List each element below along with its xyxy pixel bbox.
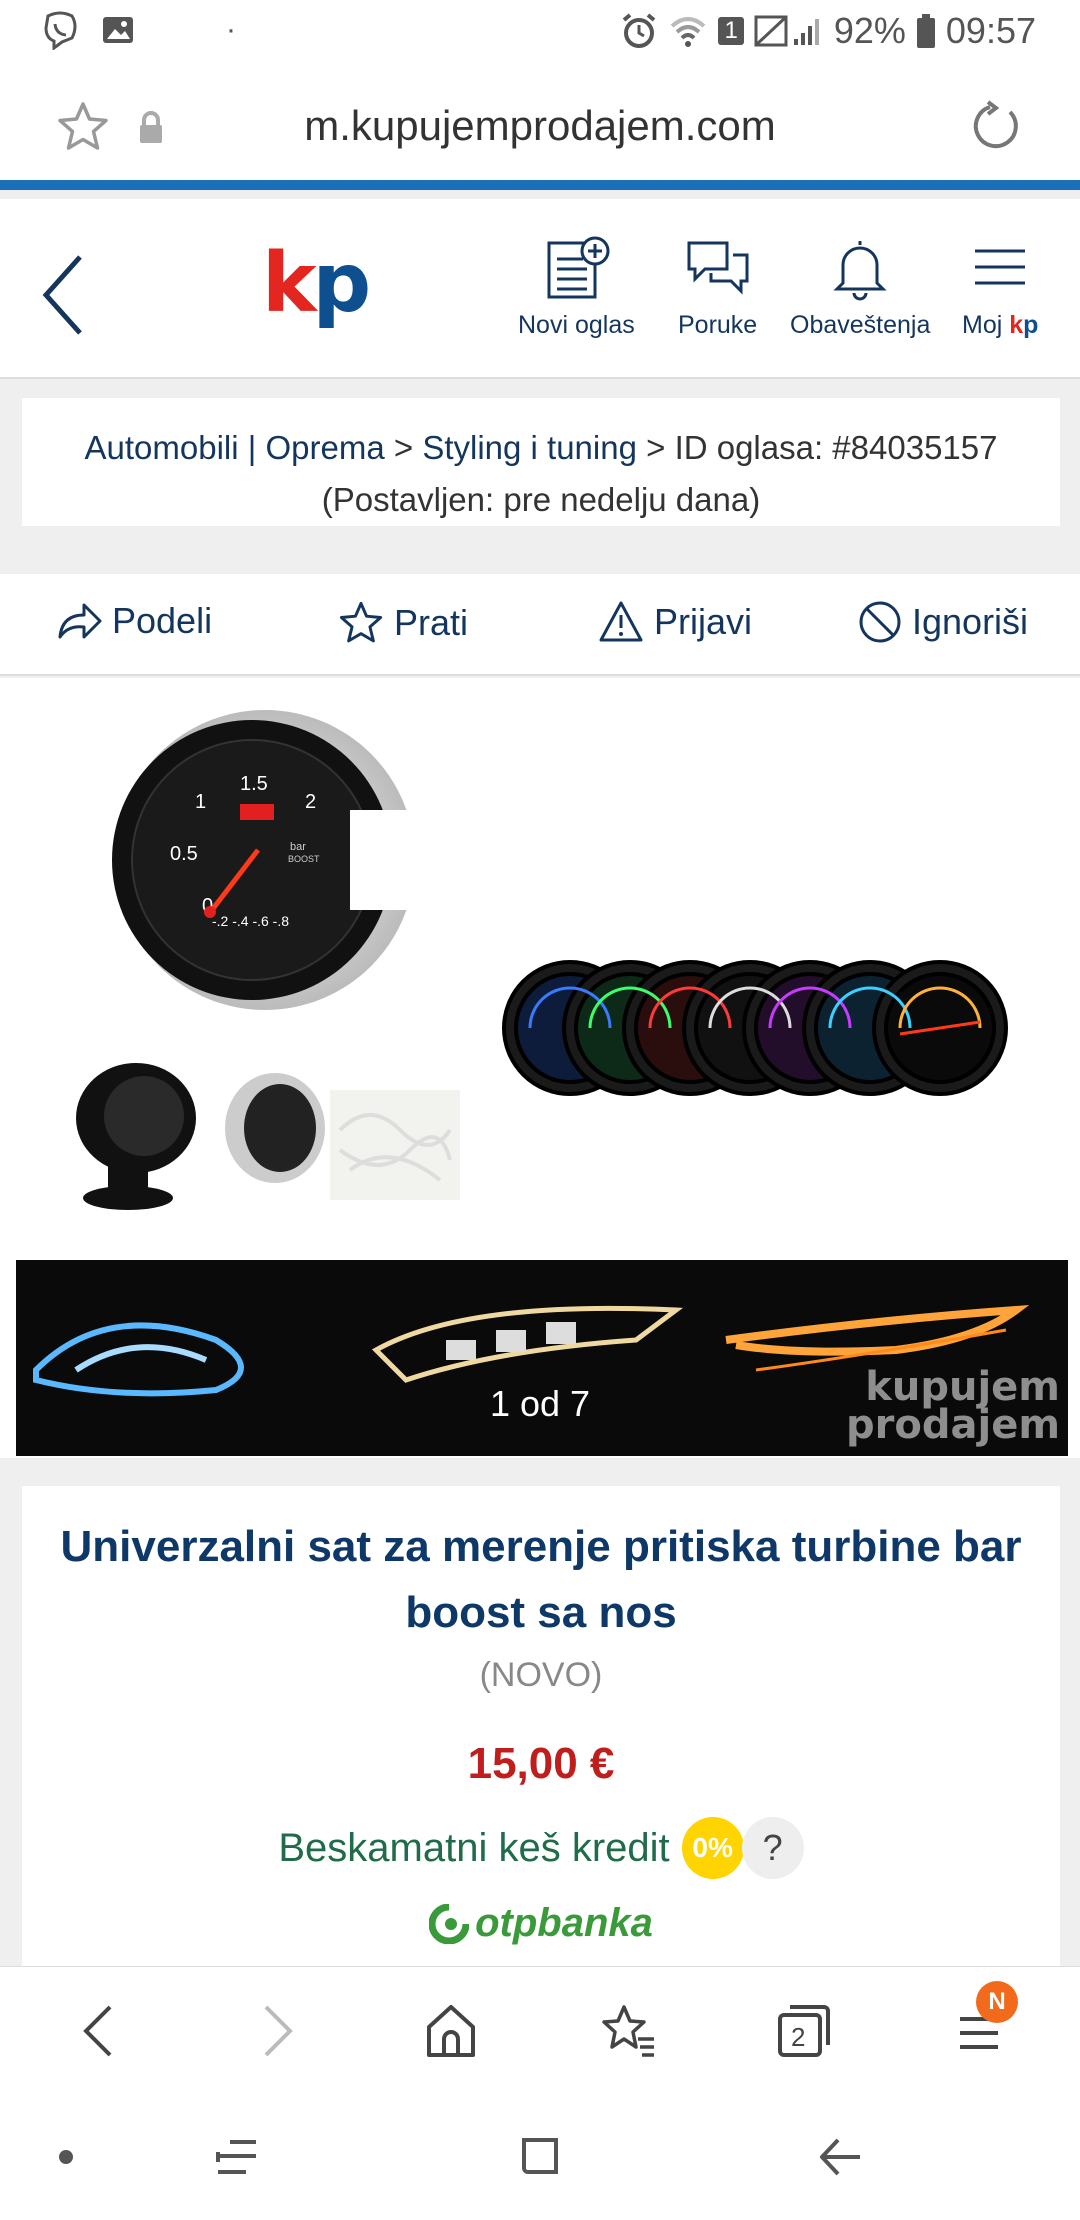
back-arrow-icon[interactable] xyxy=(40,253,86,337)
action-bar: Podeli Prati Prijavi Ignoriši xyxy=(0,574,1080,676)
android-nav-bar xyxy=(0,2094,1080,2220)
warning-icon xyxy=(599,601,643,642)
listing-price: 15,00 € xyxy=(467,1739,615,1788)
breadcrumb-category[interactable]: Automobili | Oprema xyxy=(85,429,385,466)
otp-logo-icon xyxy=(429,1903,470,1944)
tabs-icon[interactable]: 2 xyxy=(776,2001,832,2061)
follow-button[interactable]: Prati xyxy=(338,600,468,646)
svg-text:0.5: 0.5 xyxy=(170,843,198,865)
nav-dot-icon[interactable] xyxy=(56,2132,76,2182)
otp-bank-logo[interactable]: otpbanka xyxy=(22,1901,1060,1946)
svg-text:1.5: 1.5 xyxy=(240,773,268,795)
report-button[interactable]: Prijavi xyxy=(598,600,752,644)
boost-gauge-image: 1.5 1 2 0.5 0 bar BOOST -.2 -.4 -.6 -.8 xyxy=(112,710,430,1010)
gauge-mount-image xyxy=(76,1063,196,1210)
credit-text: Beskamatni keš kredit xyxy=(278,1825,670,1870)
credit-offer[interactable]: Beskamatni keš kredit 0% ? xyxy=(22,1817,1060,1879)
svg-text:BOOST: BOOST xyxy=(288,854,320,864)
gauge-colors-image xyxy=(502,960,1008,1096)
site-header: kp Novi oglas Poruke Obaveštenja Moj kp xyxy=(0,199,1080,379)
system-back-icon[interactable] xyxy=(816,2132,866,2182)
wiring-image xyxy=(330,1090,460,1200)
hamburger-menu-icon xyxy=(975,249,1026,285)
gallery-icon xyxy=(103,17,133,43)
breadcrumb: Automobili | Oprema > Styling i tuning >… xyxy=(22,398,1060,526)
browser-forward-icon[interactable] xyxy=(258,2001,298,2061)
share-icon xyxy=(58,603,102,639)
kp-logo[interactable]: kp xyxy=(262,243,371,325)
svg-text:1: 1 xyxy=(195,791,206,813)
browser-back-icon[interactable] xyxy=(78,2001,118,2061)
listing-title: Univerzalni sat za merenje pritiska turb… xyxy=(60,1522,1022,1637)
bookmarks-icon[interactable] xyxy=(598,2001,658,2061)
gauge-pod-image xyxy=(225,1073,325,1183)
url-bar-accent-line xyxy=(0,180,1080,190)
home-icon[interactable] xyxy=(424,2001,478,2061)
new-ad-icon xyxy=(547,236,610,299)
reload-icon[interactable] xyxy=(970,100,1022,152)
sim-badge: 1 xyxy=(718,17,744,45)
nav-messages[interactable]: Poruke xyxy=(678,235,757,340)
nav-new-ad[interactable]: Novi oglas xyxy=(518,235,635,340)
svg-text:2: 2 xyxy=(791,2022,805,2052)
clock: 09:57 xyxy=(945,10,1036,51)
image-gallery[interactable]: 1.5 1 2 0.5 0 bar BOOST -.2 -.4 -.6 -.8 xyxy=(0,678,1080,1458)
help-button[interactable]: ? xyxy=(741,1817,804,1879)
bell-icon xyxy=(833,241,887,301)
star-icon xyxy=(339,601,383,643)
menu-badge: N xyxy=(976,1981,1018,2023)
svg-text:-.2 -.4 -.6 -.8: -.2 -.4 -.6 -.8 xyxy=(212,913,289,929)
listing-condition: (NOVO) xyxy=(479,1656,603,1694)
ad-id: ID oglasa: #84035157 xyxy=(674,429,998,466)
svg-text:bar: bar xyxy=(290,841,306,853)
signal-icon xyxy=(754,15,819,47)
viber-icon xyxy=(44,11,77,50)
share-button[interactable]: Podeli xyxy=(56,600,212,642)
ignore-button[interactable]: Ignoriši xyxy=(858,600,1028,644)
recent-apps-icon[interactable] xyxy=(212,2132,262,2182)
nav-notifications[interactable]: Obaveštenja xyxy=(790,235,930,340)
browser-toolbar: 2 N xyxy=(0,1966,1080,2094)
block-icon xyxy=(859,601,901,643)
listing-info-card: Univerzalni sat za merenje pritiska turb… xyxy=(22,1486,1060,1966)
url-field[interactable]: m.kupujemprodajem.com xyxy=(0,102,1080,150)
dot-indicator: · xyxy=(226,13,236,46)
svg-text:2: 2 xyxy=(305,791,316,813)
home-button-icon[interactable] xyxy=(514,2132,564,2182)
messages-icon xyxy=(687,241,749,295)
browser-url-bar: m.kupujemprodajem.com xyxy=(0,66,1080,190)
alarm-icon xyxy=(623,13,656,48)
battery-icon xyxy=(916,14,935,48)
nav-my-kp[interactable]: Moj kp xyxy=(962,235,1038,340)
wifi-icon xyxy=(671,17,706,47)
status-bar: · 1 92% 09:57 xyxy=(0,0,1080,66)
breadcrumb-subcategory[interactable]: Styling i tuning xyxy=(422,429,637,466)
battery-percent: 92% xyxy=(833,10,906,51)
watermark: kupujem prodajem xyxy=(846,1364,1060,1448)
posted-date: (Postavljen: pre nedelju dana) xyxy=(321,481,761,518)
zero-percent-badge: 0% xyxy=(681,1817,744,1879)
